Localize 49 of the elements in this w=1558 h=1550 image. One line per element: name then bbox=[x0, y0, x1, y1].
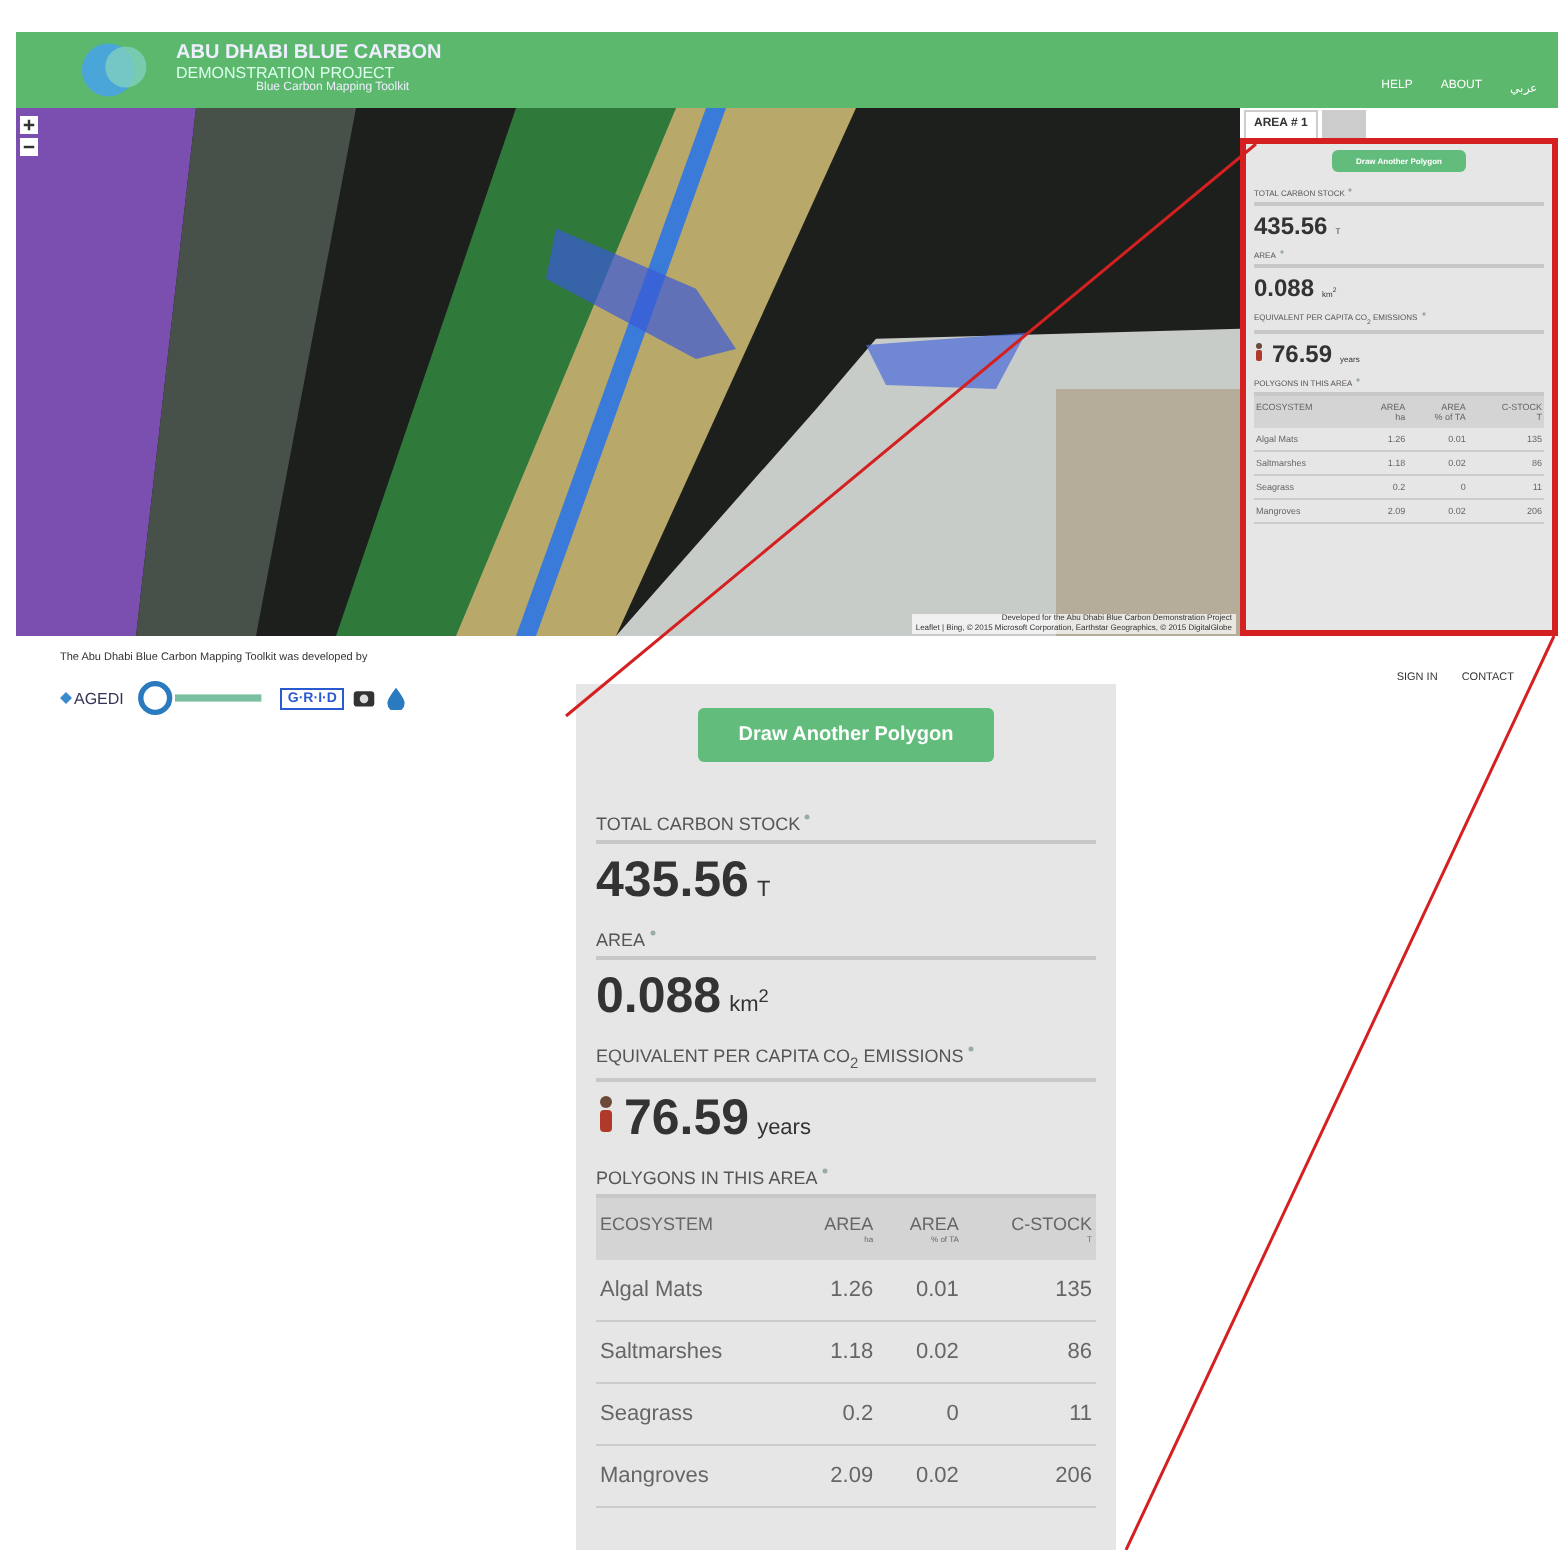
person-icon bbox=[1254, 341, 1264, 362]
area-value: 0.088 bbox=[1254, 274, 1315, 302]
info-icon bbox=[804, 814, 811, 820]
info-icon bbox=[967, 1046, 974, 1052]
minus-icon bbox=[22, 140, 36, 154]
stock-value: 435.56 bbox=[596, 852, 749, 910]
satellite-map-drawing[interactable] bbox=[16, 108, 1240, 636]
table-cell: 206 bbox=[1055, 1463, 1092, 1488]
zoom-in-button[interactable] bbox=[20, 116, 38, 134]
draw-polygon-button[interactable]: Draw Another Polygon bbox=[698, 708, 994, 762]
section-label: TOTAL CARBON STOCK bbox=[596, 814, 801, 834]
section-label: AREA bbox=[596, 930, 646, 950]
table-cell: Saltmarshes bbox=[600, 1339, 723, 1364]
column-header: ECOSYSTEM bbox=[596, 1197, 792, 1260]
person-icon bbox=[596, 1093, 616, 1134]
camera-logo-icon bbox=[352, 686, 377, 710]
table-cell: 0 bbox=[946, 1401, 959, 1426]
table-cell: 0.02 bbox=[915, 1339, 959, 1364]
logo-text: AGEDI bbox=[74, 689, 124, 707]
table-cell: Mangroves bbox=[600, 1463, 709, 1488]
unit-label: T bbox=[756, 878, 771, 902]
table-cell: Algal Mats bbox=[600, 1277, 703, 1302]
section-label: EQUIVALENT PER CAPITA CO$_{2}$ EMISSIONS bbox=[596, 1046, 964, 1072]
table-cell: 1.26 bbox=[830, 1277, 874, 1302]
table-cell: 86 bbox=[1067, 1339, 1092, 1364]
area-value: 0.088 bbox=[596, 968, 722, 1026]
table-cell: 0.02 bbox=[915, 1463, 959, 1488]
table-cell: 0.01 bbox=[915, 1277, 959, 1302]
table-cell: 0.2 bbox=[842, 1401, 874, 1426]
table-cell: Seagrass bbox=[600, 1401, 693, 1426]
info-icon bbox=[821, 1167, 828, 1174]
emission-value: 76.59 bbox=[624, 1089, 750, 1148]
zoom-out-button[interactable] bbox=[20, 138, 38, 156]
info-icon bbox=[1356, 377, 1361, 382]
section-label: POLYGONS IN THIS AREA bbox=[596, 1167, 818, 1188]
table-cell: 11 bbox=[1069, 1401, 1092, 1426]
stock-value: 435.56 bbox=[1254, 212, 1328, 240]
table-cell: 1.18 bbox=[830, 1339, 874, 1364]
emission-value: 76.59 bbox=[1272, 339, 1333, 368]
table-cell: 135 bbox=[1055, 1277, 1092, 1302]
plus-icon bbox=[22, 118, 36, 132]
logo-subtitle: DEMONSTRATION PROJECT bbox=[176, 65, 395, 82]
drop-logo-icon bbox=[384, 686, 409, 710]
diamond-icon bbox=[60, 692, 72, 704]
table-cell: 2.09 bbox=[830, 1463, 874, 1488]
unit-label: km$^{2}$ bbox=[729, 986, 769, 1018]
logo-title: ABU DHABI BLUE CARBON bbox=[176, 44, 442, 66]
unit-label: years bbox=[757, 1115, 811, 1140]
info-icon bbox=[649, 930, 656, 936]
